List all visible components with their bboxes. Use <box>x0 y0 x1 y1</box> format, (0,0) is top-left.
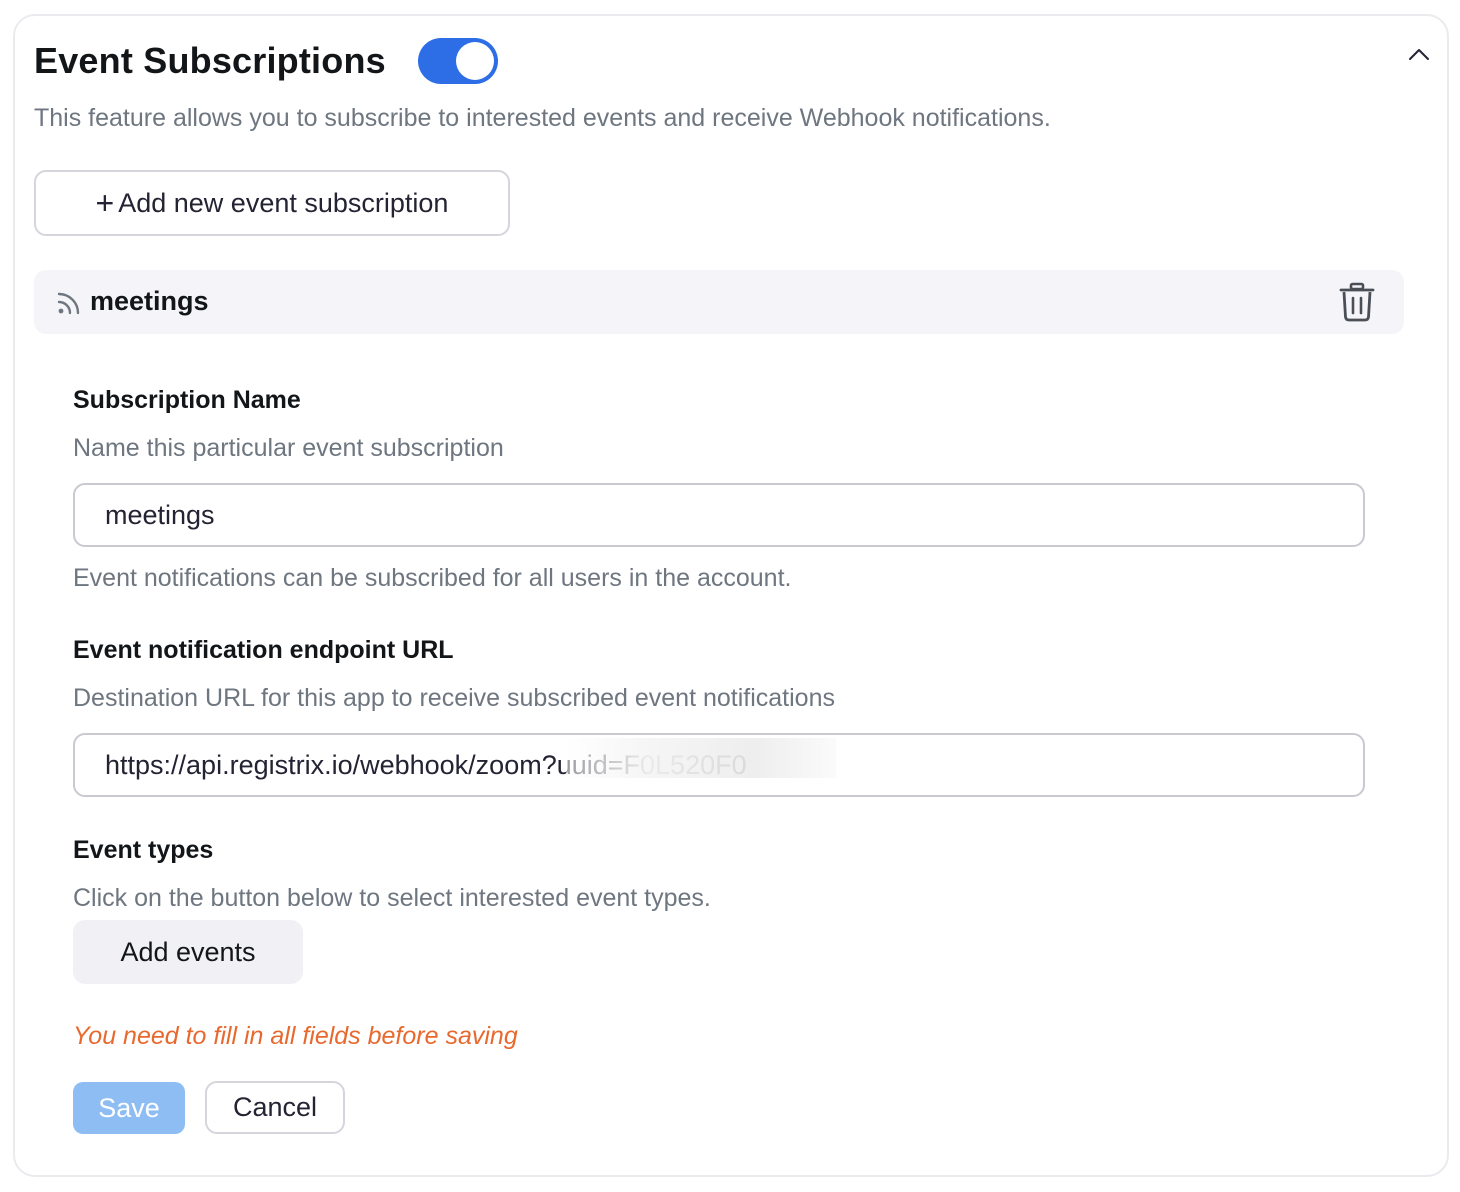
toggle-knob <box>455 42 494 80</box>
plus-icon: + <box>95 185 115 221</box>
chevron-up-icon[interactable] <box>1404 40 1434 70</box>
endpoint-url-input[interactable] <box>73 733 1365 797</box>
subscription-title: meetings <box>90 286 209 316</box>
subscription-scope-note: Event notifications can be subscribed fo… <box>73 564 792 592</box>
cancel-button[interactable]: Cancel <box>205 1081 345 1134</box>
endpoint-url-help: Destination URL for this app to receive … <box>73 684 835 712</box>
page-title: Event Subscriptions <box>34 40 386 81</box>
add-new-event-subscription-button[interactable]: + Add new event subscription <box>34 170 510 236</box>
event-subscriptions-toggle[interactable] <box>417 38 498 84</box>
trash-icon[interactable] <box>1338 282 1376 322</box>
validation-warning: You need to fill in all fields before sa… <box>73 1022 518 1050</box>
add-events-button[interactable]: Add events <box>73 920 303 984</box>
subscription-name-input[interactable] <box>73 483 1365 547</box>
subscription-name-label: Subscription Name <box>73 386 301 414</box>
add-subscription-label: Add new event subscription <box>118 187 449 218</box>
endpoint-url-label: Event notification endpoint URL <box>73 636 454 664</box>
subscription-header[interactable]: meetings <box>34 270 1404 334</box>
event-types-label: Event types <box>73 836 214 864</box>
title-row: Event Subscriptions <box>34 38 498 84</box>
section-description: This feature allows you to subscribe to … <box>34 104 1051 132</box>
subscription-name-help: Name this particular event subscription <box>73 434 504 462</box>
save-button[interactable]: Save <box>73 1082 185 1134</box>
rss-feed-icon <box>56 290 82 316</box>
event-types-help: Click on the button below to select inte… <box>73 884 711 912</box>
